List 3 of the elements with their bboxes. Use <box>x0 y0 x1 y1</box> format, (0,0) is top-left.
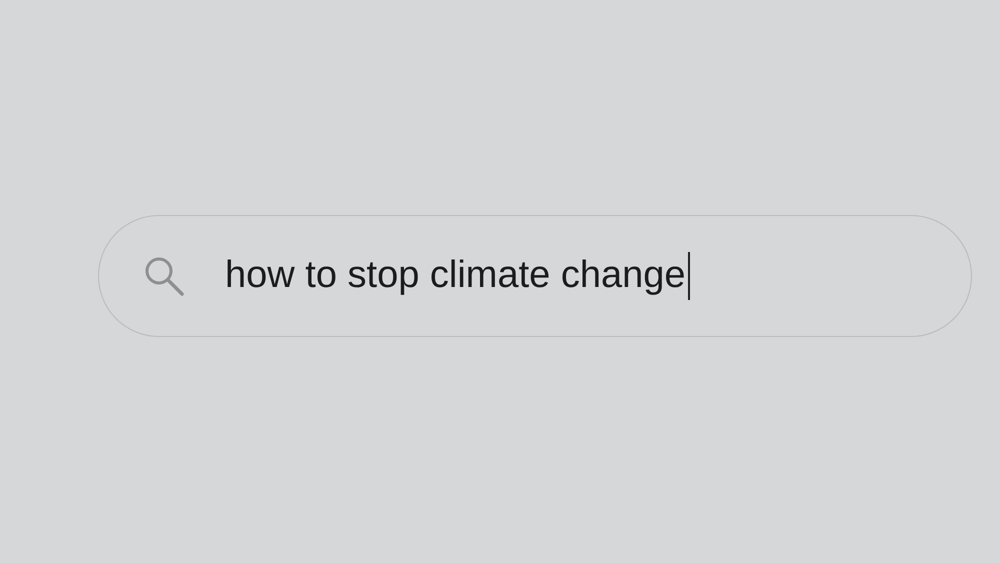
search-query: how to stop climate change <box>225 253 686 298</box>
search-field[interactable]: how to stop climate change <box>98 215 972 337</box>
search-icon <box>143 255 185 297</box>
